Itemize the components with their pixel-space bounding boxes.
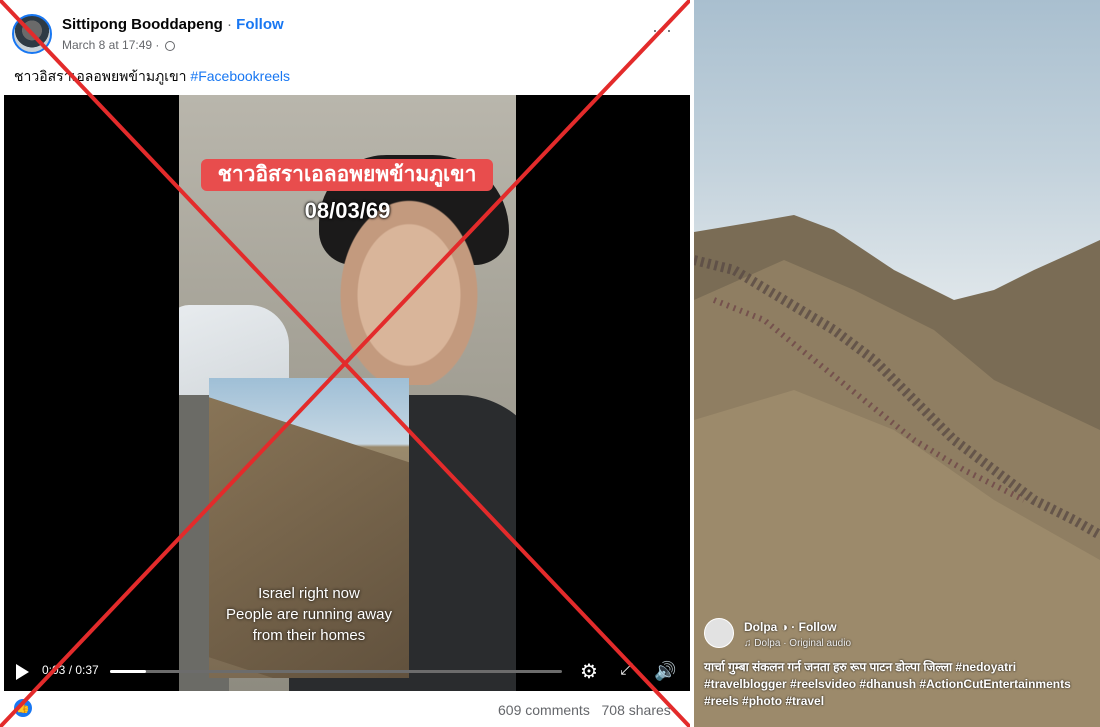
- settings-icon[interactable]: ⚙: [580, 659, 598, 684]
- volume-icon[interactable]: 🔊: [654, 661, 676, 682]
- inset-line-2: People are running away: [226, 606, 392, 623]
- reel-follow-button[interactable]: Follow: [799, 620, 837, 634]
- time-display: 0:03 / 0:37: [42, 663, 99, 677]
- post-meta: March 8 at 17:49 ·: [62, 38, 175, 52]
- caption-hashtag-link[interactable]: #Facebookreels: [190, 68, 290, 84]
- mountain-graphic: [694, 215, 1100, 727]
- reel-screenshot: Dolpa ◑ · Follow ♫ Dolpa · Original audi…: [694, 0, 1100, 727]
- expand-icon[interactable]: ⤢: [620, 661, 633, 679]
- music-note-icon: ♫: [744, 638, 752, 649]
- globe-icon: [164, 41, 175, 51]
- post-caption: ชาวอิสราเอลอพยพข้ามภูเขา #Facebookreels: [14, 66, 290, 88]
- shares-count-link[interactable]: 708 shares: [602, 702, 671, 718]
- reel-author-name[interactable]: Dolpa: [744, 620, 777, 634]
- play-icon[interactable]: [16, 664, 29, 680]
- reel-audio[interactable]: ♫ Dolpa · Original audio: [744, 638, 851, 649]
- header-separator: ·: [226, 16, 232, 33]
- post-header: Sittipong Booddapeng · Follow: [62, 16, 284, 33]
- video-controls: 0:03 / 0:37 ⚙ ⤢ 🔊: [4, 655, 690, 691]
- video-date-overlay: 08/03/69: [304, 198, 391, 223]
- follow-button[interactable]: Follow: [236, 16, 284, 33]
- comments-count-link[interactable]: 609 comments: [498, 702, 590, 718]
- post-timestamp[interactable]: March 8 at 17:49 ·: [62, 38, 159, 52]
- video-frame: ชาวอิสราเอลอพยพข้ามภูเขา 08/03/69 Israel…: [179, 95, 516, 691]
- inset-subtitle: Israel right now People are running away…: [209, 583, 409, 646]
- verified-icon: ◑: [780, 620, 788, 634]
- post-stats: 609 comments 708 shares: [498, 702, 671, 718]
- inset-line-3: from their homes: [252, 627, 366, 644]
- inset-line-1: Israel right now: [258, 585, 360, 602]
- video-player[interactable]: ชาวอิสราเอลอพยพข้ามภูเขา 08/03/69 Israel…: [4, 95, 690, 691]
- inset-mountain-clip: Israel right now People are running away…: [209, 378, 409, 678]
- progress-fill: [110, 670, 147, 673]
- reel-author: Dolpa ◑ · Follow: [744, 620, 837, 634]
- more-options-icon[interactable]: ···: [652, 20, 673, 41]
- reel-audio-label: Dolpa · Original audio: [754, 638, 851, 649]
- author-avatar[interactable]: [12, 14, 52, 54]
- author-name[interactable]: Sittipong Booddapeng: [62, 16, 223, 33]
- caption-text: ชาวอิสราเอลอพยพข้ามภูเขา: [14, 68, 187, 84]
- reel-author-avatar[interactable]: [704, 618, 734, 648]
- reel-caption: यार्चा गुम्बा संकलन गर्न जनता हरु रूप पा…: [704, 660, 1071, 708]
- facebook-post-screenshot: Sittipong Booddapeng · Follow March 8 at…: [0, 0, 690, 727]
- video-title-overlay: ชาวอิสราเอลอพยพข้ามภูเขา: [201, 159, 493, 191]
- progress-bar[interactable]: [110, 670, 562, 673]
- like-reaction-icon[interactable]: 👍: [14, 699, 32, 717]
